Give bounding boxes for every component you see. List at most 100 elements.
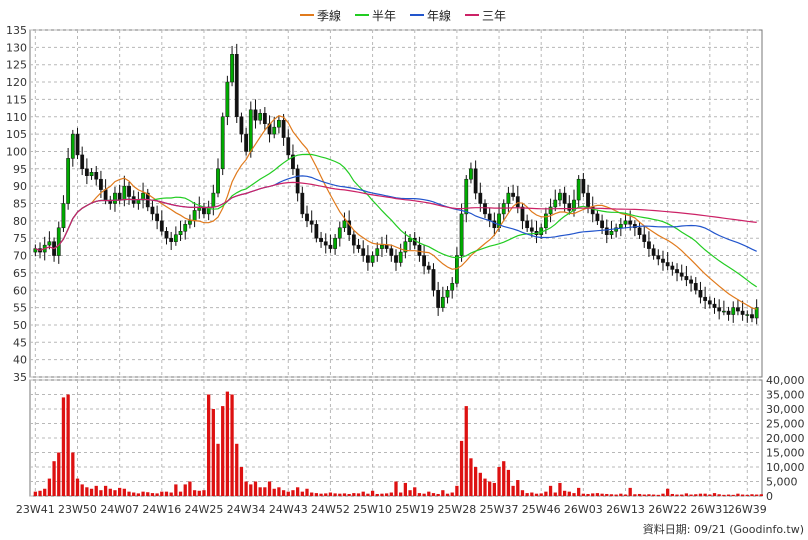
candle-body (637, 227, 642, 235)
volume-bar (483, 478, 487, 496)
volume-tick-label: 25,000 (766, 418, 805, 431)
volume-bar (408, 490, 412, 496)
volume-bar (52, 461, 56, 496)
volume-bar (427, 491, 431, 496)
candle-body (192, 210, 197, 222)
volume-bar (85, 487, 89, 496)
volume-bar (459, 440, 464, 496)
candle-body (337, 227, 342, 239)
volume-bar (249, 484, 253, 496)
volume-bar (473, 467, 478, 496)
candle-body (159, 220, 164, 232)
volume-bar (155, 493, 159, 496)
volume-bar (572, 493, 576, 496)
volume-bar (300, 491, 304, 496)
volume-bar (94, 485, 98, 496)
volume-bar (413, 487, 417, 496)
volume-bar (57, 452, 61, 496)
volume-bar (202, 490, 206, 496)
candle-body (75, 133, 80, 156)
volume-bar (178, 491, 183, 496)
candle-body (220, 116, 225, 170)
volume-bar (389, 492, 393, 496)
candle-body (703, 296, 708, 301)
volume-bar (146, 492, 150, 496)
candle-body (56, 227, 61, 256)
price-tick-label: 120 (6, 76, 27, 89)
volume-bar (258, 487, 262, 496)
volume-bar (281, 490, 286, 496)
volume-bar (609, 494, 614, 496)
candle-body (656, 255, 661, 260)
volume-bar (656, 494, 660, 496)
volume-bar (525, 493, 529, 496)
candle-body (272, 126, 277, 135)
volume-bar (675, 494, 679, 496)
volume-bar (694, 494, 698, 496)
candle-body (113, 192, 117, 204)
volume-bar (328, 492, 333, 496)
volume-bar (759, 494, 763, 496)
price-tick-label: 90 (13, 180, 27, 193)
volume-bar (333, 493, 337, 496)
candle-body (506, 192, 511, 204)
volume-bar (211, 409, 215, 496)
volume-bar (118, 487, 122, 496)
price-tick-label: 40 (13, 354, 27, 367)
volume-bar (595, 493, 600, 496)
candle-body (309, 220, 314, 225)
candle-body (501, 203, 506, 215)
volume-bar (99, 490, 103, 496)
candle-body (417, 244, 422, 256)
volume-tick-label: 35,000 (766, 389, 805, 402)
volume-bar (684, 493, 689, 496)
volume-bar (422, 493, 426, 496)
volume-bar (534, 493, 539, 496)
price-tick-label: 50 (13, 319, 27, 332)
candle-body (740, 310, 745, 315)
candle-body (80, 154, 85, 170)
volume-bar (207, 394, 211, 496)
volume-bar (403, 482, 408, 496)
candle-body (726, 310, 731, 315)
volume-bar (221, 406, 225, 496)
volume-bar (33, 491, 37, 496)
time-tick-label: 26W03 (564, 503, 603, 516)
candle-body (183, 224, 188, 232)
volume-bar (755, 494, 759, 496)
volume-bar (89, 488, 94, 496)
candle-body (244, 133, 249, 152)
candle-body (370, 255, 375, 263)
candle-body (665, 262, 670, 267)
stock-chart: 35 40 45 50 55 60 65 70 75 80 85 90 95 100 105 110 115 12… (6, 24, 805, 516)
volume-bar (577, 487, 581, 496)
volume-bar (478, 472, 482, 496)
candle-body (323, 241, 328, 246)
volume-bar (731, 494, 735, 496)
candle-body (515, 196, 520, 208)
volume-bar (745, 494, 749, 496)
candle-body (647, 241, 651, 249)
volume-tick-label: 15,000 (766, 447, 805, 460)
volume-bar (305, 488, 309, 496)
candle-body (422, 255, 426, 267)
volume-bar (431, 493, 436, 496)
volume-bar (352, 493, 356, 496)
candle-body (258, 113, 263, 121)
volume-bar (347, 493, 351, 496)
candle-body (230, 54, 234, 83)
volume-bar (703, 493, 707, 496)
volume-bar (506, 469, 511, 496)
volume-bar (47, 478, 52, 496)
time-tick-label: 23W50 (58, 503, 97, 516)
candle-body (99, 178, 103, 190)
time-tick-label: 24W07 (100, 503, 139, 516)
volume-bar (150, 493, 155, 496)
price-tick-label: 130 (6, 41, 27, 54)
volume-bar (174, 484, 178, 496)
volume-bar (661, 493, 665, 496)
volume-bar (342, 493, 347, 496)
candle-body (122, 185, 127, 201)
price-tick-label: 105 (6, 128, 27, 141)
volume-bar (464, 406, 468, 496)
